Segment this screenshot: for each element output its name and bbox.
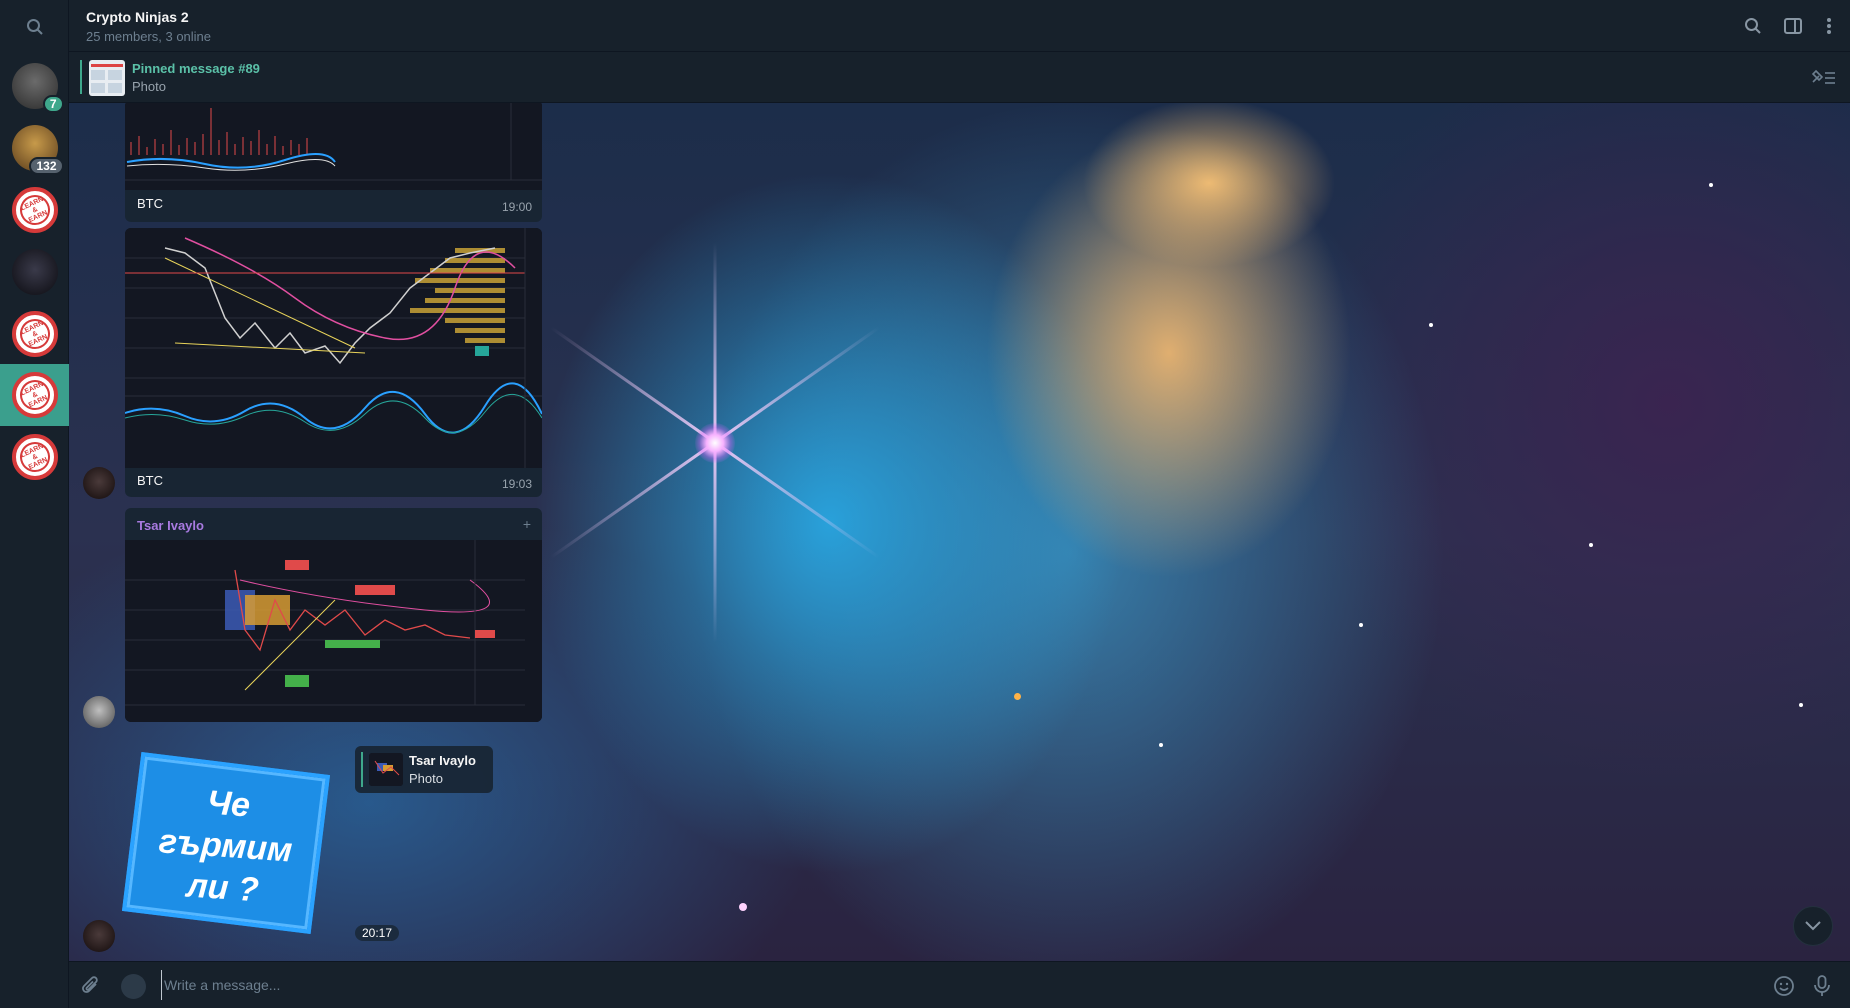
chevron-down-icon [1805,921,1821,931]
avatar: LEARN & EARN [11,187,58,233]
photo-message[interactable]: Tsar Ivaylo + [125,508,542,722]
attach-icon[interactable] [79,974,103,998]
avatar: 7 [11,63,64,113]
avatar: LEARN & EARN [11,311,58,357]
chat-item-5[interactable]: LEARN & EARN [0,303,69,365]
avatar [11,249,58,295]
pinned-subtitle: Photo [132,79,166,94]
message-time: 19:03 [501,477,532,491]
reply-sender: Tsar Ivaylo [409,753,476,768]
unread-badge: 132 [29,157,64,175]
user-avatar[interactable] [83,467,115,499]
photo-message[interactable]: BTC 19:03 [125,228,542,497]
message-input[interactable] [161,970,1811,1000]
chat-item-3[interactable]: LEARN & EARN [0,179,69,241]
chat-list-rail: 7 132 LEARN & EARN LEARN & EARN LEARN & EARN L… [0,0,69,1008]
unread-badge: 7 [42,95,64,113]
message-time: 20:17 [355,925,400,941]
search-icon[interactable] [1741,14,1765,38]
avatar: LEARN & EARN [11,434,58,480]
chart-photo[interactable] [125,228,542,468]
sidebar-toggle-icon[interactable] [1781,14,1805,38]
chat-item-2[interactable]: 132 [0,117,69,179]
pin-indicator [80,60,82,94]
chat-history[interactable]: BTC 19:00 BTC 19:03 Tsar Ivaylo + Tsar I… [69,103,1850,961]
search-icon[interactable] [22,14,48,40]
sender-name[interactable]: Tsar Ivaylo [137,518,204,533]
sticker[interactable]: Че гърмим ли ? [121,752,331,934]
message-caption: BTC [137,196,163,211]
pinned-title: Pinned message #89 [132,61,260,76]
chat-item-4[interactable] [0,241,69,303]
microphone-icon[interactable] [1810,974,1834,998]
avatar: LEARN & EARN [11,372,58,418]
chat-item-6-active[interactable]: LEARN & EARN [0,364,69,426]
send-as-avatar[interactable] [121,974,146,999]
more-menu-icon[interactable] [1817,14,1841,38]
avatar: 132 [11,125,64,175]
message-time: 19:00 [501,200,532,214]
message-composer [69,961,1850,1008]
chat-title[interactable]: Crypto Ninjas 2 [86,9,189,25]
message-caption: BTC [137,473,163,488]
reply-subtitle: Photo [409,771,443,786]
chat-members-status: 25 members, 3 online [86,29,212,44]
scroll-to-bottom-button[interactable] [1793,906,1833,946]
chat-item-1[interactable]: 7 [0,55,69,117]
chart-photo[interactable] [125,103,542,190]
pinned-message-bar[interactable]: Pinned message #89 Photo [69,52,1850,103]
user-avatar[interactable] [83,920,115,952]
reply-preview[interactable]: Tsar Ivaylo Photo [355,746,493,793]
sticker-text: Че гърмим ли ? [157,783,294,910]
pinned-thumbnail [89,60,125,96]
plus-icon[interactable]: + [523,516,531,532]
user-avatar[interactable] [83,696,115,728]
emoji-icon[interactable] [1772,974,1796,998]
background-star [695,423,735,463]
pinned-list-icon[interactable] [1810,67,1836,87]
chart-photo[interactable] [125,540,542,722]
reply-indicator [361,752,363,787]
chat-item-7[interactable]: LEARN & EARN [0,426,69,488]
photo-message[interactable]: BTC 19:00 [125,103,542,222]
reply-thumbnail [369,753,403,786]
chat-header: Crypto Ninjas 2 25 members, 3 online [69,0,1850,52]
